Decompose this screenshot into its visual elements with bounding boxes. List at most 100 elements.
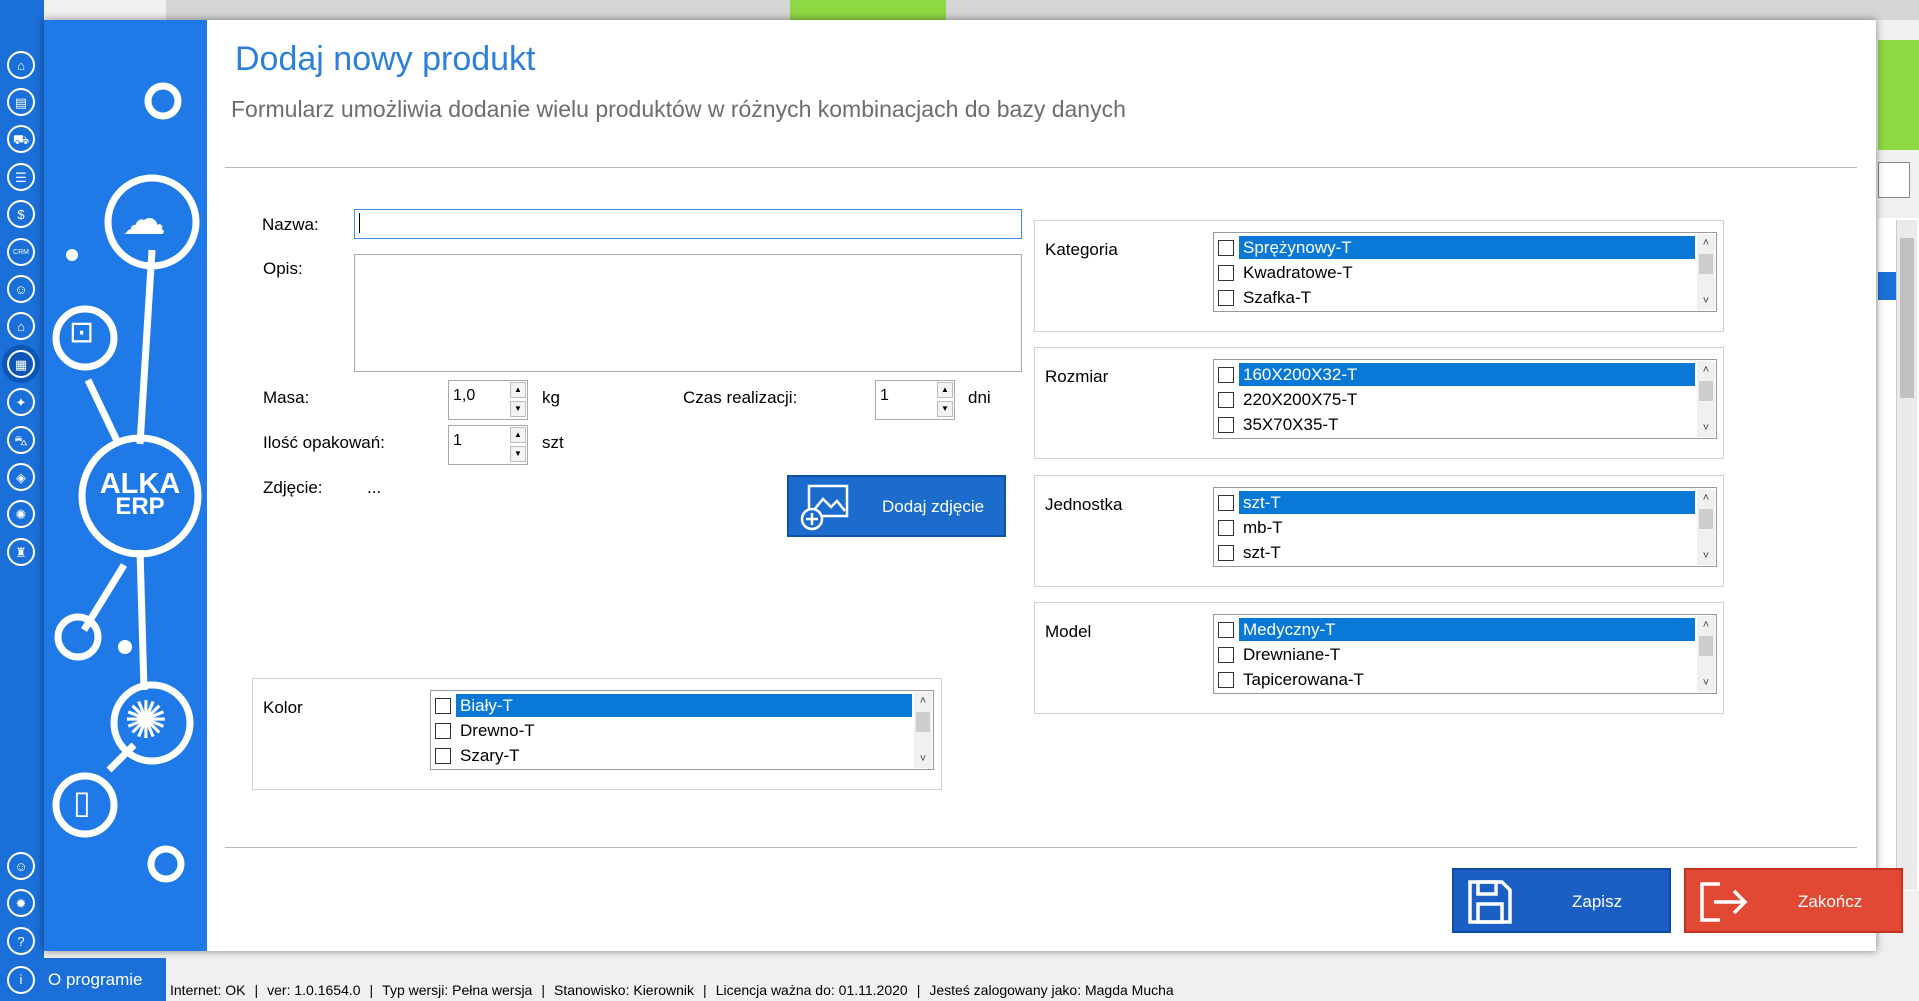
masa-down-button[interactable]: ▼	[510, 401, 526, 417]
list-item[interactable]: Medyczny-T	[1216, 617, 1695, 642]
nazwa-input[interactable]	[354, 209, 1022, 239]
checkbox[interactable]	[1218, 544, 1234, 561]
book-icon[interactable]: ▤	[7, 88, 35, 116]
list-item-label: Tapicerowana-T	[1243, 670, 1364, 689]
czas-up-button[interactable]: ▲	[937, 382, 953, 398]
list-item[interactable]: 220X200X75-T	[1216, 387, 1361, 412]
kategoria-listbox[interactable]: Sprężynowy-T Kwadratowe-T Szafka-T ˄ ˅	[1213, 232, 1717, 312]
chevron-down-icon[interactable]: ˅	[1697, 292, 1715, 310]
opis-textarea[interactable]	[354, 254, 1022, 372]
chevron-up-icon[interactable]: ˄	[1697, 489, 1715, 507]
list-item-label: 35X70X35-T	[1243, 415, 1339, 434]
checkbox[interactable]	[1218, 494, 1234, 511]
gear-icon[interactable]: ✹	[7, 889, 35, 917]
rozmiar-listbox[interactable]: 160X200X32-T 220X200X75-T 35X70X35-T ˄ ˅	[1213, 359, 1717, 439]
checkbox[interactable]	[1218, 391, 1234, 408]
list-item[interactable]: Tapicerowana-T	[1216, 667, 1368, 692]
chevron-down-icon[interactable]: ˅	[1697, 674, 1715, 692]
chevron-down-icon[interactable]: ˅	[1697, 419, 1715, 437]
background-scrollbar[interactable]	[1896, 220, 1917, 890]
chevron-up-icon[interactable]: ˄	[914, 692, 932, 710]
status-edition: Typ wersji: Pełna wersja	[382, 981, 533, 998]
list-item-label: Szafka-T	[1243, 288, 1312, 307]
close-button[interactable]: Zakończ	[1684, 868, 1903, 933]
phone-icon: ▯	[73, 784, 91, 820]
checkbox[interactable]	[1218, 264, 1234, 281]
list-item[interactable]: mb-T	[1216, 515, 1287, 540]
cart-icon[interactable]: ⛟	[7, 125, 35, 153]
list-item[interactable]: szt-T	[1216, 540, 1285, 565]
checkbox[interactable]	[1218, 416, 1234, 433]
chevron-down-icon[interactable]: ˅	[1697, 547, 1715, 565]
account-icon[interactable]: ☺	[7, 852, 35, 880]
checkbox[interactable]	[1218, 289, 1234, 306]
masa-up-button[interactable]: ▲	[510, 382, 526, 398]
delivery-icon[interactable]: ⛍	[7, 426, 35, 454]
rozmiar-scrollbar[interactable]: ˄ ˅	[1697, 361, 1715, 437]
list-item[interactable]: Drewniane-T	[1216, 642, 1344, 667]
settings-cog-icon[interactable]: ✺	[7, 500, 35, 528]
list-item-label: Medyczny-T	[1239, 618, 1695, 641]
model-scrollbar[interactable]: ˄ ˅	[1697, 616, 1715, 692]
home-icon[interactable]: ⌂	[7, 51, 35, 79]
chevron-down-icon[interactable]: ˅	[914, 750, 932, 768]
ilosc-down-button[interactable]: ▼	[510, 446, 526, 462]
list-item-label: Szary-T	[460, 746, 520, 765]
chevron-up-icon[interactable]: ˄	[1697, 234, 1715, 252]
checkbox[interactable]	[435, 722, 451, 739]
zdjecie-label: Zdjęcie:	[263, 478, 323, 497]
czas-stepper[interactable]: 1 ▲ ▼	[875, 380, 955, 420]
checkbox[interactable]	[1218, 621, 1234, 638]
checkbox[interactable]	[1218, 519, 1234, 536]
list-item[interactable]: 160X200X32-T	[1216, 362, 1695, 387]
checkbox[interactable]	[1218, 239, 1234, 256]
ilosc-value: 1	[453, 432, 462, 449]
kolor-scrollbar[interactable]: ˄ ˅	[914, 692, 932, 768]
status-station: Stanowisko: Kierownik	[553, 981, 695, 998]
list-item[interactable]: Biały-T	[433, 693, 912, 718]
czas-down-button[interactable]: ▼	[937, 401, 953, 417]
list-item[interactable]: szt-T	[1216, 490, 1695, 515]
checkbox[interactable]	[435, 697, 451, 714]
kategoria-label: Kategoria	[1045, 240, 1118, 259]
list-item-label: Biały-T	[456, 694, 912, 717]
jednostka-listbox[interactable]: szt-T mb-T szt-T ˄ ˅	[1213, 487, 1717, 567]
checkbox[interactable]	[1218, 671, 1234, 688]
ilosc-label: Ilość opakowań:	[263, 433, 385, 452]
user-icon[interactable]: ☺	[7, 275, 35, 303]
list-icon[interactable]: ☰	[7, 163, 35, 191]
help-icon[interactable]: ?	[7, 927, 35, 955]
model-listbox[interactable]: Medyczny-T Drewniane-T Tapicerowana-T ˄ ˅	[1213, 614, 1717, 694]
checkbox[interactable]	[435, 747, 451, 764]
ilosc-stepper[interactable]: 1 ▲ ▼	[448, 425, 528, 465]
list-item[interactable]: Szary-T	[433, 743, 524, 768]
dollar-icon[interactable]: $	[7, 200, 35, 228]
ilosc-up-button[interactable]: ▲	[510, 427, 526, 443]
crm-icon[interactable]: CRM	[7, 238, 35, 266]
products-icon[interactable]: ▦	[7, 350, 35, 378]
kategoria-scrollbar[interactable]: ˄ ˅	[1697, 234, 1715, 310]
kategoria-group: Kategoria Sprężynowy-T Kwadratowe-T Szaf…	[1034, 220, 1724, 332]
list-item[interactable]: 35X70X35-T	[1216, 412, 1342, 437]
list-item[interactable]: Sprężynowy-T	[1216, 235, 1695, 260]
jednostka-scrollbar[interactable]: ˄ ˅	[1697, 489, 1715, 565]
masa-stepper[interactable]: 1,0 ▲ ▼	[448, 380, 528, 420]
chevron-up-icon[interactable]: ˄	[1697, 616, 1715, 634]
about-button[interactable]: i O programie	[0, 958, 166, 1001]
list-item[interactable]: Kwadratowe-T	[1216, 260, 1357, 285]
kolor-listbox[interactable]: Biały-T Drewno-T Szary-T ˄ ˅	[430, 690, 934, 770]
cloud-icon: ☁	[122, 195, 166, 244]
save-button[interactable]: Zapisz	[1452, 868, 1671, 933]
list-item[interactable]: Drewno-T	[433, 718, 539, 743]
chevron-up-icon[interactable]: ˄	[1697, 361, 1715, 379]
factory-icon[interactable]: ♜	[7, 538, 35, 566]
tag-icon[interactable]: ◈	[7, 463, 35, 491]
checkbox[interactable]	[1218, 646, 1234, 663]
list-item[interactable]: Szafka-T	[1216, 285, 1315, 310]
warehouse-icon[interactable]: ⌂	[7, 312, 35, 340]
compass-icon[interactable]: ✦	[7, 388, 35, 416]
checkbox[interactable]	[1218, 366, 1234, 383]
add-photo-button[interactable]: Dodaj zdjęcie	[787, 475, 1006, 537]
status-internet: Internet: OK	[170, 981, 246, 998]
dialog-brand-panel: ☁ ⊡ ✺ ▯ ALKA ERP	[44, 20, 207, 951]
